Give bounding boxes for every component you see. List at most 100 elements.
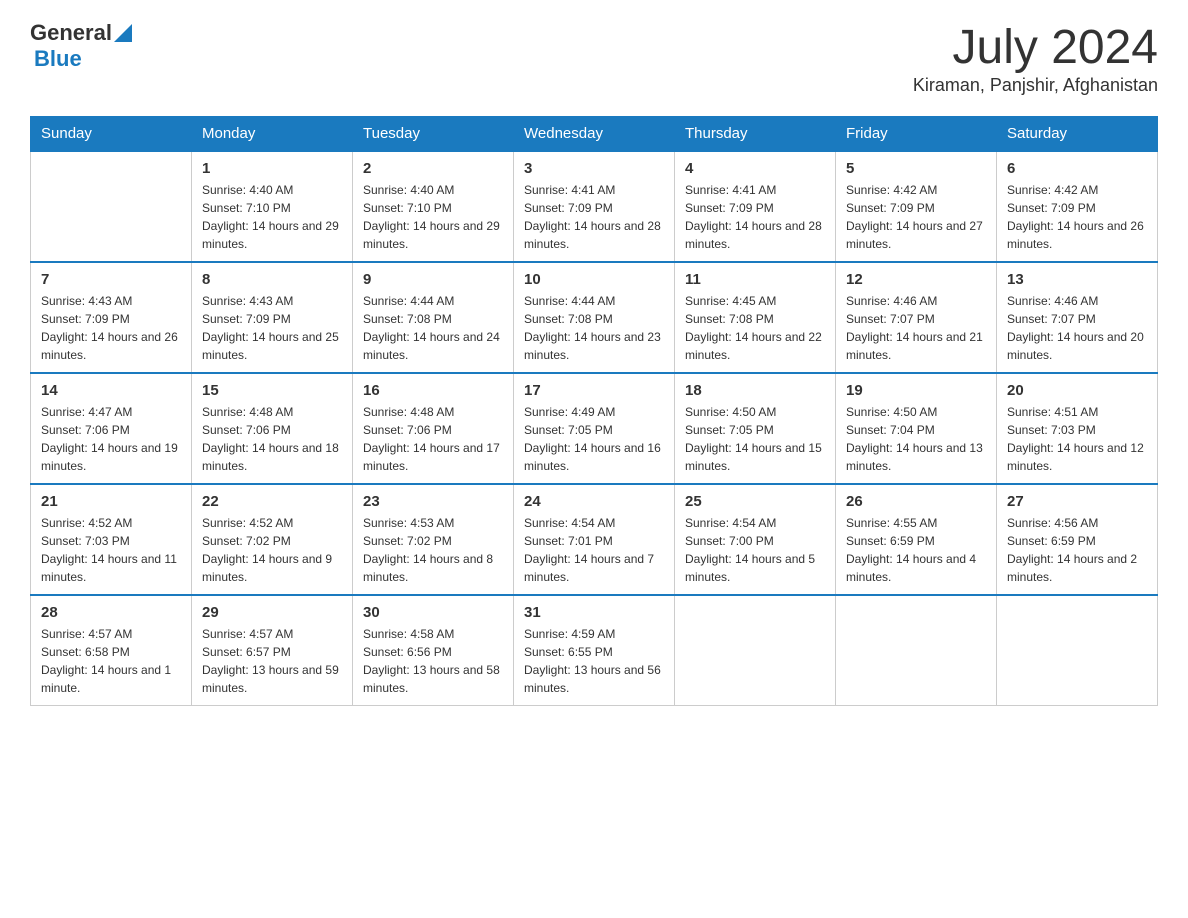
day-cell: 3 Sunrise: 4:41 AMSunset: 7:09 PMDaylight…: [514, 151, 675, 262]
day-info: Sunrise: 4:47 AMSunset: 7:06 PMDaylight:…: [41, 403, 181, 475]
day-info: Sunrise: 4:57 AMSunset: 6:57 PMDaylight:…: [202, 625, 342, 697]
week-row-1: 1Sunrise: 4:40 AMSunset: 7:10 PMDaylight…: [31, 151, 1158, 262]
logo: General Blue: [30, 20, 132, 72]
day-cell: 18Sunrise: 4:50 AMSunset: 7:05 PMDayligh…: [675, 373, 836, 484]
day-info: Sunrise: 4:49 AMSunset: 7:05 PMDaylight:…: [524, 403, 664, 475]
day-cell: [997, 595, 1158, 706]
week-row-4: 21Sunrise: 4:52 AMSunset: 7:03 PMDayligh…: [31, 484, 1158, 595]
day-info: Sunrise: 4:52 AMSunset: 7:02 PMDaylight:…: [202, 514, 342, 586]
day-cell: 30 Sunrise: 4:58 AMSunset: 6:56 PMDayligh…: [353, 595, 514, 706]
day-cell: 21Sunrise: 4:52 AMSunset: 7:03 PMDayligh…: [31, 484, 192, 595]
day-number: 24: [524, 493, 664, 510]
day-cell: 20 Sunrise: 4:51 AMSunset: 7:03 PMDayligh…: [997, 373, 1158, 484]
day-number: 2: [363, 160, 503, 177]
day-number: 17: [524, 382, 664, 399]
week-row-3: 14 Sunrise: 4:47 AMSunset: 7:06 PMDayligh…: [31, 373, 1158, 484]
day-cell: 7 Sunrise: 4:43 AMSunset: 7:09 PMDaylight…: [31, 262, 192, 373]
day-info: Sunrise: 4:46 AMSunset: 7:07 PMDaylight:…: [846, 292, 986, 364]
location-subtitle: Kiraman, Panjshir, Afghanistan: [913, 75, 1158, 96]
month-year-title: July 2024: [913, 20, 1158, 75]
day-info: Sunrise: 4:48 AMSunset: 7:06 PMDaylight:…: [202, 403, 342, 475]
day-info: Sunrise: 4:57 AMSunset: 6:58 PMDaylight:…: [41, 625, 181, 697]
day-number: 7: [41, 271, 181, 288]
day-number: 10: [524, 271, 664, 288]
day-number: 26: [846, 493, 986, 510]
logo-general-text: General: [30, 20, 112, 46]
day-info: Sunrise: 4:58 AMSunset: 6:56 PMDaylight:…: [363, 625, 503, 697]
day-number: 23: [363, 493, 503, 510]
day-info: Sunrise: 4:51 AMSunset: 7:03 PMDaylight:…: [1007, 403, 1147, 475]
day-number: 31: [524, 604, 664, 621]
day-info: Sunrise: 4:48 AMSunset: 7:06 PMDaylight:…: [363, 403, 503, 475]
day-cell: 24 Sunrise: 4:54 AMSunset: 7:01 PMDayligh…: [514, 484, 675, 595]
day-info: Sunrise: 4:55 AMSunset: 6:59 PMDaylight:…: [846, 514, 986, 586]
logo-blue-text: Blue: [34, 46, 82, 71]
day-cell: 17 Sunrise: 4:49 AMSunset: 7:05 PMDayligh…: [514, 373, 675, 484]
day-number: 20: [1007, 382, 1147, 399]
day-cell: 14 Sunrise: 4:47 AMSunset: 7:06 PMDayligh…: [31, 373, 192, 484]
day-number: 11: [685, 271, 825, 288]
day-info: Sunrise: 4:41 AMSunset: 7:09 PMDaylight:…: [524, 181, 664, 253]
calendar-table: SundayMondayTuesdayWednesdayThursdayFrid…: [30, 116, 1158, 706]
day-info: Sunrise: 4:43 AMSunset: 7:09 PMDaylight:…: [41, 292, 181, 364]
day-cell: 6Sunrise: 4:42 AMSunset: 7:09 PMDaylight…: [997, 151, 1158, 262]
day-cell: 13 Sunrise: 4:46 AMSunset: 7:07 PMDayligh…: [997, 262, 1158, 373]
day-cell: 15 Sunrise: 4:48 AMSunset: 7:06 PMDayligh…: [192, 373, 353, 484]
title-block: July 2024 Kiraman, Panjshir, Afghanistan: [913, 20, 1158, 96]
day-cell: 19 Sunrise: 4:50 AMSunset: 7:04 PMDayligh…: [836, 373, 997, 484]
weekday-header-sunday: Sunday: [31, 117, 192, 152]
day-number: 14: [41, 382, 181, 399]
day-cell: 2 Sunrise: 4:40 AMSunset: 7:10 PMDaylight…: [353, 151, 514, 262]
day-number: 3: [524, 160, 664, 177]
day-cell: 26 Sunrise: 4:55 AMSunset: 6:59 PMDayligh…: [836, 484, 997, 595]
day-info: Sunrise: 4:44 AMSunset: 7:08 PMDaylight:…: [524, 292, 664, 364]
day-cell: 5Sunrise: 4:42 AMSunset: 7:09 PMDaylight…: [836, 151, 997, 262]
day-cell: 29Sunrise: 4:57 AMSunset: 6:57 PMDayligh…: [192, 595, 353, 706]
day-cell: 11 Sunrise: 4:45 AMSunset: 7:08 PMDayligh…: [675, 262, 836, 373]
week-row-2: 7 Sunrise: 4:43 AMSunset: 7:09 PMDaylight…: [31, 262, 1158, 373]
day-number: 15: [202, 382, 342, 399]
day-info: Sunrise: 4:50 AMSunset: 7:05 PMDaylight:…: [685, 403, 825, 475]
day-info: Sunrise: 4:59 AMSunset: 6:55 PMDaylight:…: [524, 625, 664, 697]
logo-triangle-icon: [114, 24, 132, 42]
weekday-header-friday: Friday: [836, 117, 997, 152]
day-number: 16: [363, 382, 503, 399]
day-number: 28: [41, 604, 181, 621]
day-cell: 23 Sunrise: 4:53 AMSunset: 7:02 PMDayligh…: [353, 484, 514, 595]
page-header: General Blue July 2024 Kiraman, Panjshir…: [30, 20, 1158, 96]
day-info: Sunrise: 4:45 AMSunset: 7:08 PMDaylight:…: [685, 292, 825, 364]
weekday-header-row: SundayMondayTuesdayWednesdayThursdayFrid…: [31, 117, 1158, 152]
day-number: 13: [1007, 271, 1147, 288]
day-number: 27: [1007, 493, 1147, 510]
day-number: 25: [685, 493, 825, 510]
day-number: 8: [202, 271, 342, 288]
day-info: Sunrise: 4:46 AMSunset: 7:07 PMDaylight:…: [1007, 292, 1147, 364]
day-cell: 16 Sunrise: 4:48 AMSunset: 7:06 PMDayligh…: [353, 373, 514, 484]
day-number: 30: [363, 604, 503, 621]
day-cell: 4 Sunrise: 4:41 AMSunset: 7:09 PMDaylight…: [675, 151, 836, 262]
day-info: Sunrise: 4:40 AMSunset: 7:10 PMDaylight:…: [363, 181, 503, 253]
day-number: 12: [846, 271, 986, 288]
day-info: Sunrise: 4:52 AMSunset: 7:03 PMDaylight:…: [41, 514, 181, 586]
day-cell: 9Sunrise: 4:44 AMSunset: 7:08 PMDaylight…: [353, 262, 514, 373]
day-info: Sunrise: 4:44 AMSunset: 7:08 PMDaylight:…: [363, 292, 503, 364]
weekday-header-tuesday: Tuesday: [353, 117, 514, 152]
day-number: 5: [846, 160, 986, 177]
day-cell: [31, 151, 192, 262]
day-number: 19: [846, 382, 986, 399]
day-info: Sunrise: 4:53 AMSunset: 7:02 PMDaylight:…: [363, 514, 503, 586]
day-info: Sunrise: 4:50 AMSunset: 7:04 PMDaylight:…: [846, 403, 986, 475]
week-row-5: 28 Sunrise: 4:57 AMSunset: 6:58 PMDayligh…: [31, 595, 1158, 706]
day-info: Sunrise: 4:56 AMSunset: 6:59 PMDaylight:…: [1007, 514, 1147, 586]
day-cell: 22Sunrise: 4:52 AMSunset: 7:02 PMDayligh…: [192, 484, 353, 595]
weekday-header-wednesday: Wednesday: [514, 117, 675, 152]
day-info: Sunrise: 4:41 AMSunset: 7:09 PMDaylight:…: [685, 181, 825, 253]
day-number: 4: [685, 160, 825, 177]
day-info: Sunrise: 4:42 AMSunset: 7:09 PMDaylight:…: [1007, 181, 1147, 253]
day-cell: [836, 595, 997, 706]
day-info: Sunrise: 4:54 AMSunset: 7:00 PMDaylight:…: [685, 514, 825, 586]
day-info: Sunrise: 4:43 AMSunset: 7:09 PMDaylight:…: [202, 292, 342, 364]
day-cell: 31 Sunrise: 4:59 AMSunset: 6:55 PMDayligh…: [514, 595, 675, 706]
weekday-header-thursday: Thursday: [675, 117, 836, 152]
day-info: Sunrise: 4:54 AMSunset: 7:01 PMDaylight:…: [524, 514, 664, 586]
